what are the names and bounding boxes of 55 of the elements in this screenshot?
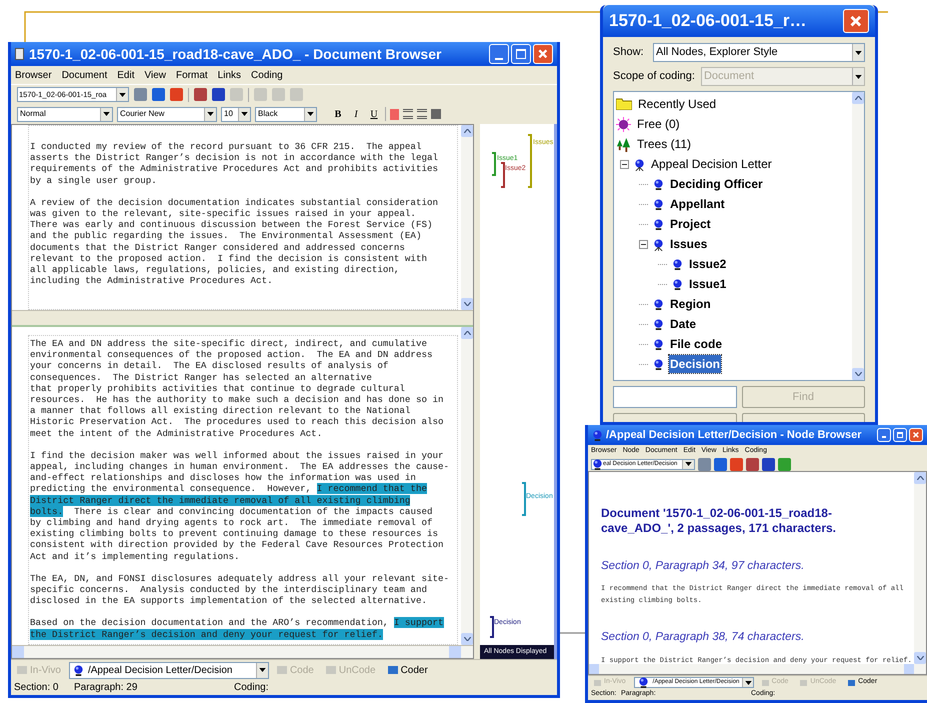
menu-item[interactable]: View xyxy=(144,68,166,82)
menu-item[interactable]: Links xyxy=(218,68,242,82)
tree-item[interactable]: Decision xyxy=(669,355,722,373)
tree-item[interactable]: Region xyxy=(669,295,712,313)
show-value: All Nodes, Explorer Style xyxy=(655,45,779,60)
tree-item[interactable]: Project xyxy=(669,215,712,233)
status-text: Section: 0 xyxy=(14,681,60,695)
tree-item[interactable]: Free (0) xyxy=(636,115,681,133)
font-dropdown[interactable]: Courier New xyxy=(117,106,217,122)
section-heading: Section 0, Paragraph 34, 97 characters. xyxy=(601,559,806,574)
document-paragraph: Based on the decision documentation and the ARO’s recommendation, I support the District Ranger’s decision and deny your request for relief. xyxy=(30,617,444,640)
passages-heading: Document '1570-1_02-06-001-15_road18-cave_ADO_', 2 passages, 171 characters. xyxy=(601,506,838,536)
coder-button[interactable]: Coder xyxy=(384,662,432,678)
tree-item[interactable]: Date xyxy=(669,315,698,333)
document-paragraph: A review of the decision documentation indicates substantial consideration was given to the relevant, site-specific issues raised in your appeal. There was early and continuous discussion between the Forest Service (FS) and the public regarding the issues. The Environmental Assessment (EA) documents that the District Ranger considered and addressed concerns relevant to the proposed action. I find the decision is consistent with all applicable laws, regulations, policies, and existing direction, including the Administrative Procedures Act. xyxy=(30,196,438,286)
scope-label: Scope of coding: xyxy=(613,69,695,84)
tree-item[interactable]: Trees (11) xyxy=(636,135,692,153)
menu-item[interactable]: Edit xyxy=(117,68,134,82)
document-paragraph: The EA and DN address the site-specific direct, indirect, and cumulative environmental consequences of the proposed action. The EA and DN address your concerns in detail. The EA disclosed results of analysis of consequences. The District Ranger has selected an alternative that properly prohibits activities that continue to degrade cultural resources. He has the authority to make such a decision and has done so in a manner that follows all existing direction relevant to the National Historic Preservation Act. The procedures used to reach this decision also meet the intent of the Administrative Procedures Act. xyxy=(30,338,444,439)
tree-item[interactable]: Deciding Officer xyxy=(669,175,764,193)
dropdown-value: Courier New xyxy=(119,108,166,120)
status-text: Paragraph: 29 xyxy=(74,681,138,695)
format-button[interactable]: B xyxy=(331,106,345,122)
section-heading: Section 0, Paragraph 38, 74 characters. xyxy=(601,630,806,646)
show-label: Show: xyxy=(613,45,645,60)
tree-item[interactable]: Recently Used xyxy=(637,95,718,113)
menu-item[interactable]: Format xyxy=(176,68,208,82)
tree-item[interactable]: Appellant xyxy=(669,195,726,213)
status-text: Coding: xyxy=(234,681,268,695)
style-dropdown[interactable]: Normal xyxy=(17,106,113,122)
tree-item[interactable]: File code xyxy=(669,335,724,353)
document-paragraph: I conducted my review of the record pursuant to 36 CFR 215. The appeal asserts the District Ranger’s decision is not in accordance with the legal requirements of the Administrative Procedures Act and prohibits activities by a single user group. xyxy=(30,141,438,186)
window-title: 1570-1_02-06-001-15_r… xyxy=(609,10,807,32)
node-dropdown[interactable]: /Appeal Decision Letter/Decision xyxy=(68,662,269,678)
menu-item[interactable]: Browser xyxy=(15,68,52,82)
menu-item[interactable]: Document xyxy=(62,68,108,82)
tree-item[interactable]: Issues xyxy=(669,235,708,253)
tree-item[interactable]: Issue1 xyxy=(688,275,728,293)
format-button[interactable]: U xyxy=(367,106,381,122)
format-button[interactable]: I xyxy=(349,106,363,122)
menu-item[interactable]: Coding xyxy=(251,68,283,82)
dropdown-value: Normal xyxy=(19,108,47,120)
document-paragraph: I find the decision maker was well informed about the issues raised in your appeal, including changes in human environment. The EA addresses the cause- and-effect relationships and discloses how the information was used in predicting the environmental consequence. However, I recommend that the District Ranger direct the immediate removal of all existing climbing bolts. There is clear and convincing documentation of the impacts caused by climbing and hand drying agents to rock art. The immediate removal of existing climbing bolts to prevent continuing damage to these resources is consistent with direction provided by the Federal Cave Resources Protection Act and it’s implementing regulations. xyxy=(30,450,450,562)
window-title: 1570-1_02-06-001-15_road18-cave_ADO_ - Document Browser xyxy=(29,44,442,64)
show-dropdown[interactable]: All Nodes, Explorer Style xyxy=(653,43,865,62)
tree-item[interactable]: Appeal Decision Letter xyxy=(650,155,773,173)
color-dropdown[interactable]: Black xyxy=(255,106,317,122)
dropdown-value: 10 xyxy=(223,108,234,120)
document-paragraph: The EA, DN, and FONSI disclosures adequately address all your relevant site- specific concerns. Analysis conducted by the interdisciplinary team and disclosed in the EA supports implementation of the selected alternative. xyxy=(30,572,450,606)
size-dropdown[interactable]: 10 xyxy=(221,106,251,122)
node-path: /Appeal Decision Letter/Decision xyxy=(88,664,232,678)
dropdown-value: Black xyxy=(257,108,279,120)
tree-item[interactable]: Issue2 xyxy=(688,255,728,273)
window-title: /Appeal Decision Letter/Decision - Node Browser xyxy=(606,428,862,443)
scope-value: Document xyxy=(702,69,756,84)
